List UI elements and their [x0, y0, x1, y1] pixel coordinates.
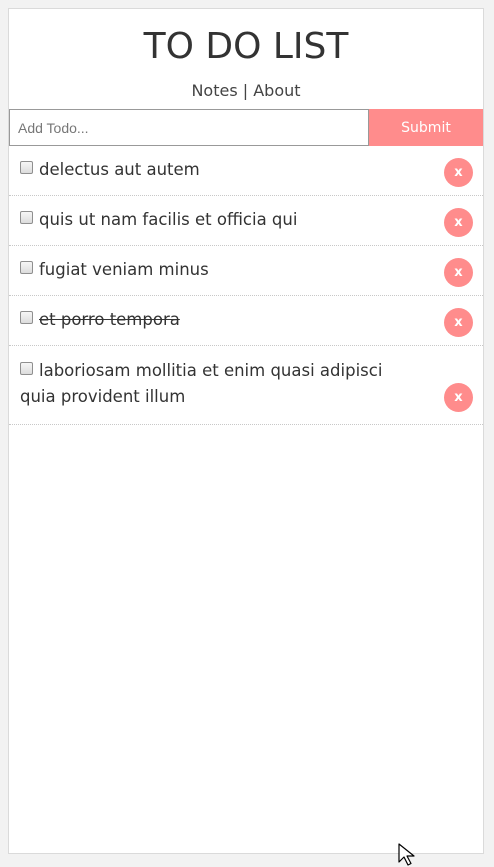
todo-item: fugiat veniam minus x: [9, 246, 483, 296]
todo-text: fugiat veniam minus: [39, 260, 209, 279]
add-todo-input[interactable]: [9, 109, 369, 146]
todo-checkbox[interactable]: [20, 161, 33, 174]
nav-bar: Notes | About: [9, 81, 483, 101]
delete-todo-button[interactable]: x: [444, 308, 473, 337]
nav-link-notes[interactable]: Notes: [191, 81, 237, 100]
app-window: TO DO LIST Notes | About Submit delectus…: [8, 8, 484, 854]
delete-todo-button[interactable]: x: [444, 383, 473, 412]
todo-text: et porro tempora: [39, 310, 180, 329]
todo-item: quis ut nam facilis et officia qui x: [9, 196, 483, 246]
nav-link-about[interactable]: About: [253, 81, 300, 100]
todo-checkbox[interactable]: [20, 311, 33, 324]
todo-item: delectus aut autem x: [9, 146, 483, 196]
nav-separator: |: [242, 81, 249, 100]
todo-checkbox[interactable]: [20, 261, 33, 274]
todo-checkbox[interactable]: [20, 211, 33, 224]
delete-todo-button[interactable]: x: [444, 158, 473, 187]
add-todo-form: Submit: [9, 109, 483, 146]
todo-item: et porro tempora x: [9, 296, 483, 346]
todo-list: delectus aut autem x quis ut nam facilis…: [9, 146, 483, 425]
page-title: TO DO LIST: [143, 26, 349, 67]
todo-text: quis ut nam facilis et officia qui: [39, 210, 298, 229]
delete-todo-button[interactable]: x: [444, 258, 473, 287]
header: TO DO LIST Notes | About: [9, 9, 483, 109]
submit-button[interactable]: Submit: [369, 109, 483, 146]
todo-text: laboriosam mollitia et enim quasi adipis…: [20, 361, 383, 406]
todo-item: laboriosam mollitia et enim quasi adipis…: [9, 346, 483, 425]
delete-todo-button[interactable]: x: [444, 208, 473, 237]
todo-text: delectus aut autem: [39, 160, 200, 179]
mouse-cursor-icon: [398, 843, 415, 866]
todo-checkbox[interactable]: [20, 362, 33, 375]
